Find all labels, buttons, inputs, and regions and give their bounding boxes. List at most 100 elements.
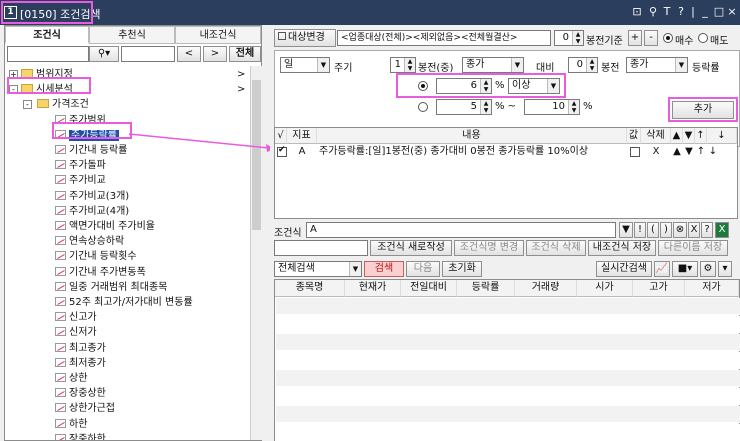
row-bottom-button[interactable]: ↓ xyxy=(707,145,719,159)
tree-item[interactable]: 기간내 주가변동폭 xyxy=(5,266,249,280)
collapse-icon[interactable]: - xyxy=(23,100,32,110)
comparison-select[interactable]: 이상 ▼ xyxy=(508,78,560,94)
rate-condition-radio[interactable] xyxy=(418,81,428,91)
tree-folder[interactable]: - 가격조건 xyxy=(5,98,249,112)
save-as-button[interactable]: 다른이름 저장 xyxy=(658,240,728,256)
table-row[interactable] xyxy=(276,370,740,387)
pin-icon[interactable]: ⚲ xyxy=(646,5,660,19)
spinner-arrows-icon[interactable]: ▲ ▼ xyxy=(404,58,415,72)
range-condition-radio[interactable] xyxy=(418,102,428,112)
link-icon[interactable]: ⊡ xyxy=(630,5,644,19)
row-top-button[interactable]: ↑ xyxy=(695,145,707,159)
new-formula-button[interactable]: 조건식 새로작성 xyxy=(370,240,452,256)
tree-scrollbar[interactable] xyxy=(250,66,262,440)
chart-icon[interactable]: 📈 xyxy=(654,261,670,277)
reset-button[interactable]: 초기화 xyxy=(442,261,482,277)
prev-button[interactable]: < xyxy=(177,46,201,62)
tree-item[interactable]: 장중하한 xyxy=(5,433,249,440)
result-col-header[interactable]: 시가 xyxy=(577,280,633,297)
tree-item[interactable]: 상한 xyxy=(5,372,249,386)
tree-item[interactable]: 신고가 xyxy=(5,311,249,325)
result-col-header[interactable]: 등락률 xyxy=(457,280,515,297)
tree-item[interactable]: 최고종가 xyxy=(5,342,249,356)
add-button[interactable]: 추가 xyxy=(672,101,734,119)
formula-help-button[interactable]: ? xyxy=(701,222,713,238)
menu-icon[interactable]: ■▾ xyxy=(672,261,698,277)
spinner-arrows-icon[interactable]: ▲ ▼ xyxy=(480,100,491,114)
table-row[interactable] xyxy=(276,334,740,351)
tree-item[interactable]: 하한 xyxy=(5,418,249,432)
spinner-arrows-icon[interactable]: ▲ ▼ xyxy=(568,100,579,114)
tree-item[interactable]: 주가돌파 xyxy=(5,159,249,173)
chevron-down-icon[interactable]: ▾ xyxy=(718,261,732,277)
delete-formula-button[interactable]: 조건식 삭제 xyxy=(526,240,586,256)
search-button[interactable]: ⚲▾ xyxy=(89,46,119,62)
range-to-spinner[interactable]: 10 ▲ ▼ xyxy=(524,99,580,115)
formula-not-button[interactable]: ! xyxy=(634,222,646,238)
table-row[interactable] xyxy=(276,388,740,405)
tree-item[interactable]: 신저가 xyxy=(5,326,249,340)
table-row[interactable] xyxy=(276,352,740,369)
gear-icon[interactable]: ⚙ xyxy=(700,261,716,277)
period-select[interactable]: 일 ▼ xyxy=(280,57,330,73)
formula-x-button[interactable]: X xyxy=(688,222,700,238)
formula-open-paren-button[interactable]: ( xyxy=(647,222,659,238)
buy-radio[interactable] xyxy=(663,33,673,43)
result-col-header[interactable]: 현재가 xyxy=(345,280,401,297)
tree-item[interactable]: 연속상승하락 xyxy=(5,235,249,249)
minimize-icon[interactable]: _ xyxy=(698,5,712,19)
font-icon[interactable]: T xyxy=(660,5,674,19)
table-row[interactable] xyxy=(276,298,740,315)
condition-name-input[interactable] xyxy=(274,240,368,256)
search-input[interactable] xyxy=(7,46,89,62)
row-down-button[interactable]: ▼ xyxy=(683,145,695,159)
search-extra-input[interactable] xyxy=(121,46,175,62)
chevron-right-icon[interactable]: > xyxy=(237,68,245,82)
row-delete-button[interactable]: X xyxy=(641,145,671,159)
chevron-right-icon[interactable]: > xyxy=(237,83,245,97)
tree-item[interactable]: 주가비교 xyxy=(5,174,249,188)
row-up-button[interactable]: ▲ xyxy=(671,145,683,159)
tree-item[interactable]: 최저종가 xyxy=(5,357,249,371)
formula-input[interactable]: A xyxy=(306,222,616,238)
table-row[interactable]: A 주가등락률:[일]1봉전(중) 종가대비 0봉전 종가등락률 10%이상 X… xyxy=(275,145,737,159)
row-value-checkbox[interactable] xyxy=(630,147,640,157)
tree-item[interactable]: 52주 최고가/저가대비 변동률 xyxy=(5,296,249,310)
formula-dropdown-button[interactable]: ▼ xyxy=(619,222,633,238)
all-button[interactable]: 전체 xyxy=(229,46,261,62)
tab-conditions[interactable]: 조건식 xyxy=(5,26,89,44)
plus-button[interactable]: + xyxy=(628,30,642,46)
excel-icon[interactable]: X xyxy=(715,222,729,238)
tree-item[interactable]: 장중상한 xyxy=(5,387,249,401)
spinner-arrows-icon[interactable]: ▲ ▼ xyxy=(586,58,597,72)
search-button[interactable]: 검색 xyxy=(364,261,404,277)
table-row[interactable] xyxy=(276,316,740,333)
spinner-arrows-icon[interactable]: ▲ ▼ xyxy=(572,31,583,45)
result-col-header[interactable]: 거래량 xyxy=(515,280,577,297)
target-change-button[interactable]: 대상변경 xyxy=(274,29,336,47)
tree-item[interactable]: 상한가근접 xyxy=(5,402,249,416)
tab-my-conditions[interactable]: 내조건식 xyxy=(175,26,261,44)
next-page-button[interactable]: 다음 xyxy=(406,261,440,277)
minus-button[interactable]: - xyxy=(644,30,658,46)
close-icon[interactable]: × xyxy=(725,5,739,19)
result-col-header[interactable]: 고가 xyxy=(633,280,685,297)
row-checkbox[interactable] xyxy=(277,145,287,157)
tree-item[interactable]: 주가비교(4개) xyxy=(5,205,249,219)
formula-xor-button[interactable]: ⊗ xyxy=(673,222,687,238)
tree-item[interactable]: 액면가대비 주가비율 xyxy=(5,220,249,234)
spinner-arrows-icon[interactable]: ▲ ▼ xyxy=(480,79,491,93)
formula-close-paren-button[interactable]: ) xyxy=(660,222,672,238)
bars-ago-spinner[interactable]: 1 ▲ ▼ xyxy=(390,57,416,73)
table-row[interactable] xyxy=(276,406,740,423)
price-type-select-1[interactable]: 종가 ▼ xyxy=(462,57,524,73)
search-scope-select[interactable]: 전체검색 ▼ xyxy=(274,261,362,277)
result-col-header[interactable]: 전일대비 xyxy=(401,280,457,297)
rename-formula-button[interactable]: 조건식명 변경 xyxy=(454,240,524,256)
range-from-spinner[interactable]: 5 ▲ ▼ xyxy=(436,99,492,115)
price-type-select-2[interactable]: 종가 ▼ xyxy=(626,57,688,73)
rate-value-spinner[interactable]: 6 ▲ ▼ xyxy=(436,78,492,94)
maximize-icon[interactable]: □ xyxy=(712,5,726,19)
table-row[interactable] xyxy=(276,424,740,441)
result-col-header[interactable]: 저가 xyxy=(685,280,739,297)
